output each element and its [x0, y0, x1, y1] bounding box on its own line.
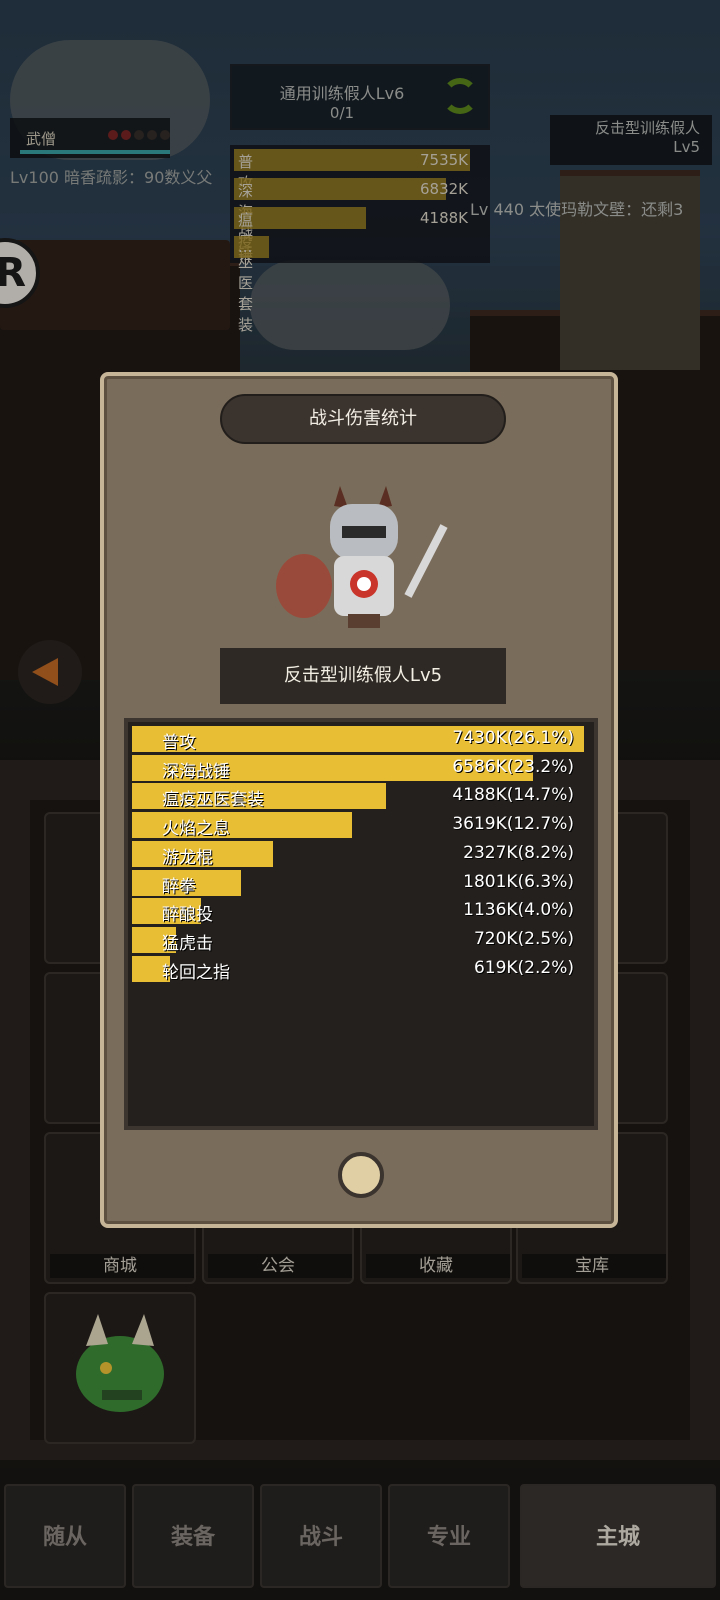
damage-value: 7430K(26.1%) — [452, 728, 574, 748]
damage-row: 瘟疫巫医套装 4188K(14.7%) — [132, 783, 590, 811]
damage-source-name: 轮回之指 — [162, 962, 230, 983]
damage-source-name: 猛虎击 — [162, 933, 213, 954]
damage-value: 6586K(23.2%) — [452, 756, 574, 777]
damage-value: 4188K(14.7%) — [452, 785, 574, 806]
damage-stats-list[interactable]: 普攻 7430K(26.1%) 深海战锤 6586K(23.2%) 瘟疫巫医套装 4188… — [124, 718, 598, 1130]
damage-stats-modal: 战斗伤害统计 反击型训练假人Lv5 普攻 7430K(26.1%) 深海战锤 6586… — [100, 372, 618, 1228]
damage-source-name: 深海战锤 — [162, 761, 230, 782]
damage-value: 2327K(8.2%) — [463, 842, 574, 863]
damage-row: 醉拳 1801K(6.3%) — [132, 869, 590, 897]
damage-value: 619K(2.2%) — [473, 957, 574, 978]
damage-value: 3619K(12.7%) — [452, 814, 574, 835]
damage-source-name: 普攻 — [162, 733, 196, 753]
training-dummy-icon — [276, 486, 448, 628]
damage-source-name: 瘟疫巫医套装 — [162, 790, 264, 811]
damage-row: 醉酿投 1136K(4.0%) — [132, 898, 590, 926]
damage-row: 轮回之指 619K(2.2%) — [132, 955, 590, 983]
damage-value: 1136K(4.0%) — [463, 900, 574, 921]
modal-title: 战斗伤害统计 — [220, 394, 506, 444]
damage-source-name: 火焰之息 — [162, 819, 230, 840]
target-name-plate: 反击型训练假人Lv5 — [220, 648, 506, 704]
damage-row: 深海战锤 6586K(23.2%) — [132, 754, 590, 782]
damage-source-name: 醉拳 — [162, 876, 196, 897]
damage-row: 火焰之息 3619K(12.7%) — [132, 812, 590, 840]
close-button[interactable] — [338, 1152, 384, 1198]
damage-row: 游龙棍 2327K(8.2%) — [132, 840, 590, 868]
damage-source-name: 醉酿投 — [162, 905, 213, 926]
damage-source-name: 游龙棍 — [162, 847, 213, 868]
damage-row: 普攻 7430K(26.1%) — [132, 726, 590, 753]
damage-row: 猛虎击 720K(2.5%) — [132, 926, 590, 954]
damage-value: 720K(2.5%) — [473, 928, 574, 949]
damage-value: 1801K(6.3%) — [463, 871, 574, 892]
